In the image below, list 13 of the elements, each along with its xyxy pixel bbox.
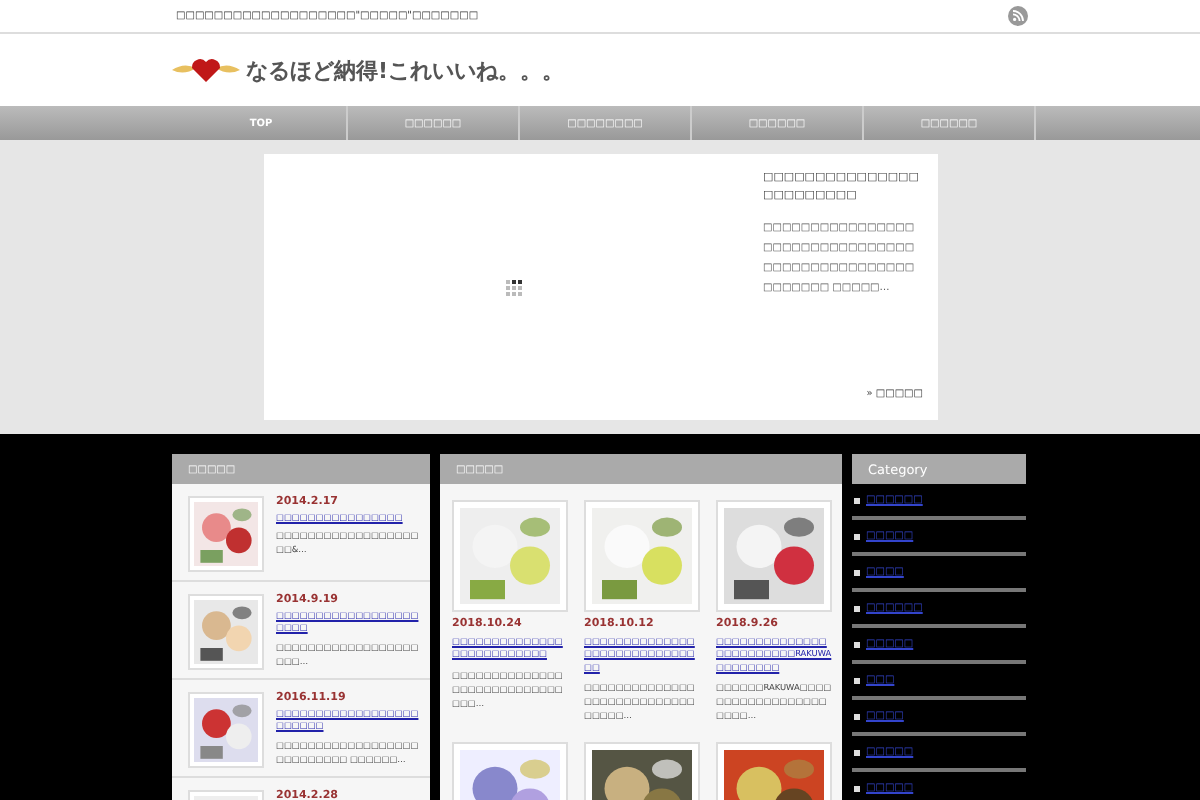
bullet-icon (854, 569, 860, 575)
heart-wings-icon (172, 56, 240, 84)
loading-icon (505, 279, 521, 295)
rss-icon[interactable] (1008, 6, 1028, 26)
site-logo[interactable]: なるほど納得!これいいね。。。 (246, 55, 565, 85)
bullet-icon (854, 677, 860, 683)
bullet-icon (854, 605, 860, 611)
bullet-icon (854, 641, 860, 647)
bullet-icon (854, 785, 860, 791)
bullet-icon (854, 533, 860, 539)
bullet-icon (854, 749, 860, 755)
bullet-icon (854, 713, 860, 719)
bullet-icon (854, 497, 860, 503)
